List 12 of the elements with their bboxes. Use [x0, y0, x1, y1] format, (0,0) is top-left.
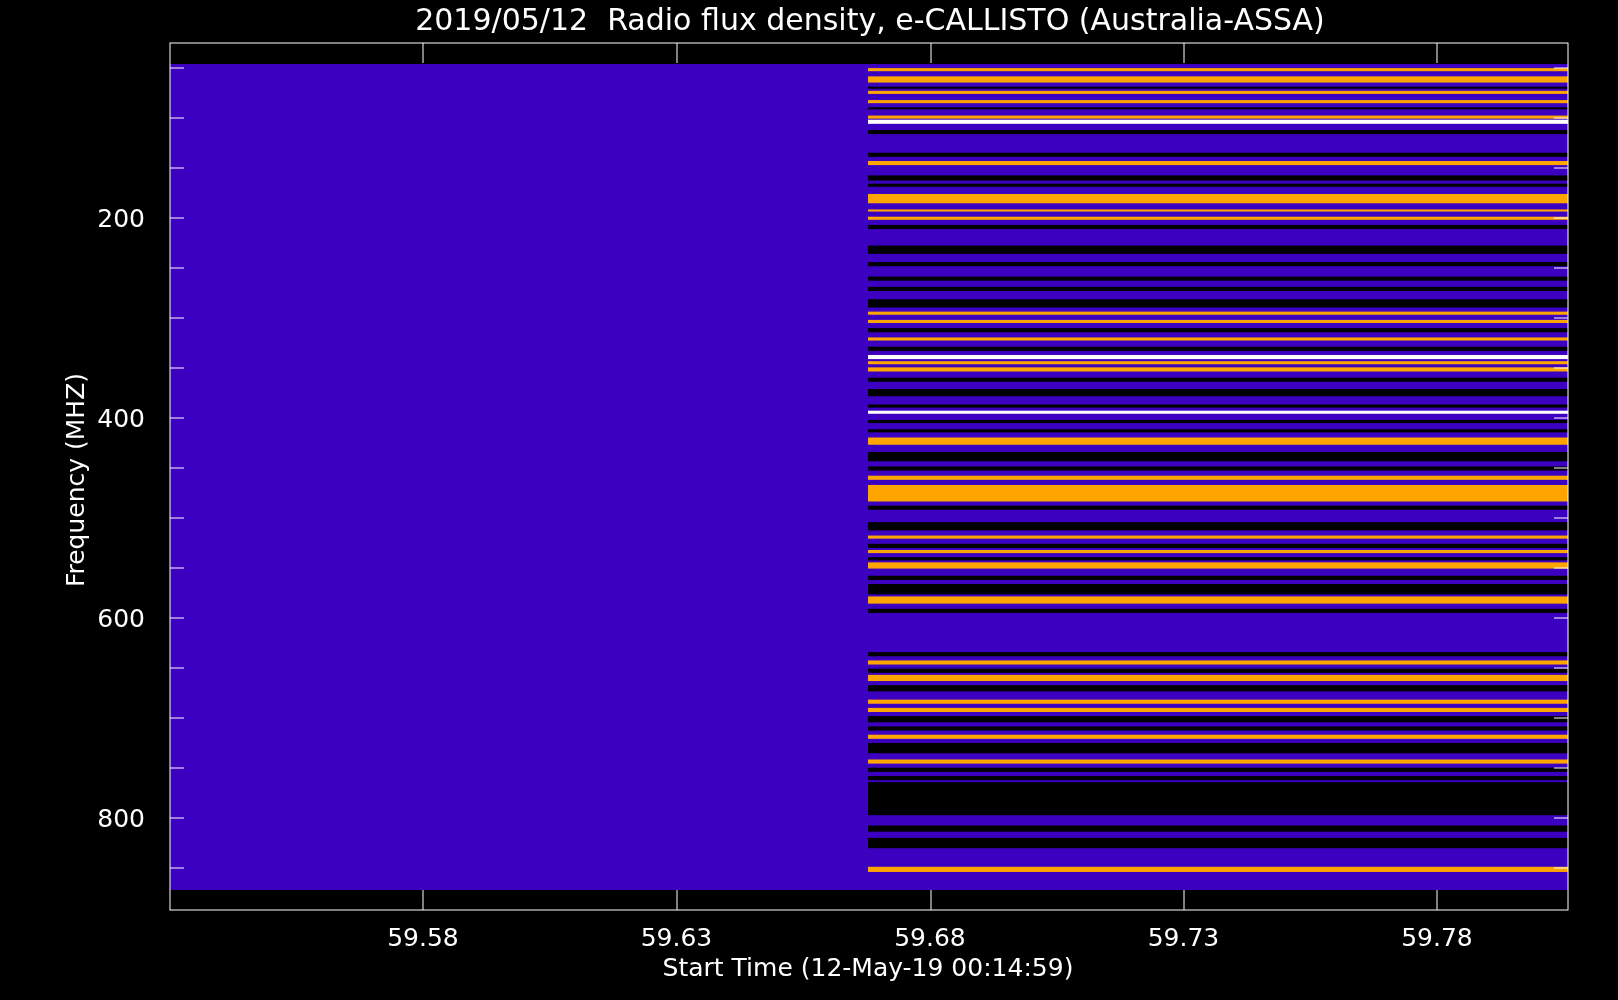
x-tick-label: 59.63 [640, 923, 713, 952]
y-axis-label: Frequency (MHZ) [61, 372, 90, 588]
chart-title: 2019/05/12 Radio flux density, e-CALLISTO (Australia-ASSA) [415, 2, 1325, 37]
x-tick-label: 59.78 [1401, 923, 1473, 952]
y-tick-label: 200 [97, 204, 145, 233]
y-tick-label: 800 [97, 804, 145, 833]
x-tick-label: 59.73 [1147, 923, 1220, 952]
y-tick-label: 600 [97, 604, 145, 633]
x-axis-label: Start Time (12-May-19 00:14:59) [662, 953, 1074, 982]
x-tick-label: 59.68 [894, 923, 966, 952]
x-tick-label: 59.58 [387, 923, 459, 952]
y-tick-label: 400 [97, 404, 145, 433]
